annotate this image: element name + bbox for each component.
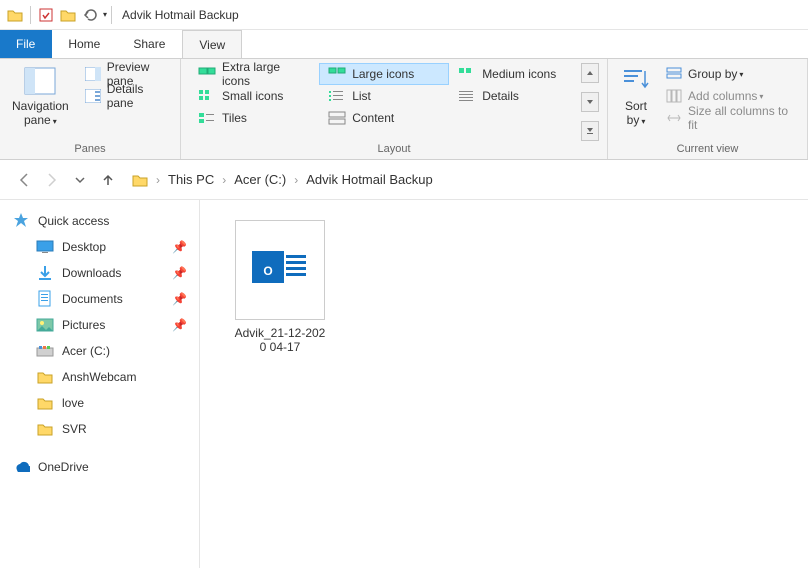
layout-small-icons[interactable]: Small icons: [189, 85, 319, 107]
layout-medium-icons[interactable]: Medium icons: [449, 63, 579, 85]
preview-pane-icon: [85, 66, 101, 82]
tab-home[interactable]: Home: [52, 30, 117, 58]
layout-extra-large-icons[interactable]: Extra large icons: [189, 63, 319, 85]
layout-list[interactable]: List: [319, 85, 449, 107]
file-item[interactable]: O Advik_21-12-2020 04-17: [220, 220, 340, 354]
group-by-button[interactable]: Group by▾: [660, 63, 799, 85]
file-label: Advik_21-12-2020 04-17: [235, 326, 326, 354]
layout-details[interactable]: Details: [449, 85, 579, 107]
layout-scroll-down[interactable]: [581, 92, 599, 112]
chevron-right-icon[interactable]: ›: [154, 173, 162, 187]
breadcrumb-root-icon[interactable]: [130, 171, 150, 189]
small-icons-icon: [198, 89, 216, 103]
sidebar-item-documents[interactable]: Documents 📌: [0, 286, 199, 312]
details-pane-icon: [85, 88, 101, 104]
nav-forward-button[interactable]: [38, 166, 66, 194]
layout-blank: [449, 107, 579, 129]
qat-undo-icon[interactable]: [82, 7, 98, 23]
chevron-right-icon[interactable]: ›: [220, 173, 228, 187]
pin-icon: 📌: [172, 292, 187, 306]
documents-icon: [36, 290, 54, 308]
download-icon: [36, 264, 54, 282]
file-thumbnail: O: [235, 220, 325, 320]
size-all-columns-button[interactable]: Size all columns to fit: [660, 107, 799, 129]
tiles-icon: [198, 111, 216, 125]
qat-properties-icon[interactable]: [38, 7, 54, 23]
navigation-pane-button[interactable]: Navigationpane▾: [8, 63, 73, 141]
layout-expand[interactable]: [581, 121, 599, 141]
pin-icon: 📌: [172, 240, 187, 254]
svg-text:O: O: [263, 264, 272, 278]
pin-icon: 📌: [172, 266, 187, 280]
layout-content[interactable]: Content: [319, 107, 449, 129]
sidebar-onedrive[interactable]: OneDrive: [0, 454, 199, 480]
sidebar-item-love[interactable]: love: [0, 390, 199, 416]
folder-icon: [36, 394, 54, 412]
group-title-current-view: Current view: [616, 141, 799, 157]
group-title-panes: Panes: [8, 141, 172, 157]
sidebar-item-svr[interactable]: SVR: [0, 416, 199, 442]
tab-share[interactable]: Share: [117, 30, 182, 58]
chevron-right-icon[interactable]: ›: [292, 173, 300, 187]
sort-icon: [620, 65, 652, 97]
layout-tiles[interactable]: Tiles: [189, 107, 319, 129]
separator: [111, 6, 112, 24]
tab-file[interactable]: File: [0, 30, 52, 58]
sort-by-button[interactable]: Sortby▾: [616, 63, 656, 141]
add-columns-icon: [666, 88, 682, 104]
folder-icon: [36, 420, 54, 438]
sidebar-item-anshwebcam[interactable]: AnshWebcam: [0, 364, 199, 390]
details-icon: [458, 89, 476, 103]
breadcrumb-this-pc[interactable]: This PC: [162, 172, 220, 187]
qat-newfolder-icon[interactable]: [60, 7, 76, 23]
layout-large-icons[interactable]: Large icons: [319, 63, 449, 85]
large-icons-icon: [328, 67, 346, 81]
separator: [30, 6, 31, 24]
nav-recent-button[interactable]: [66, 166, 94, 194]
pin-icon: 📌: [172, 318, 187, 332]
size-columns-icon: [666, 110, 682, 126]
medium-icons-icon: [458, 67, 476, 81]
extra-large-icons-icon: [198, 67, 216, 81]
layout-scroll-up[interactable]: [581, 63, 599, 83]
sidebar-item-acer[interactable]: Acer (C:): [0, 338, 199, 364]
list-icon: [328, 89, 346, 103]
sidebar-item-desktop[interactable]: Desktop 📌: [0, 234, 199, 260]
desktop-icon: [36, 238, 54, 256]
pictures-icon: [36, 316, 54, 334]
onedrive-icon: [12, 458, 30, 476]
content-icon: [328, 111, 346, 125]
window-title: Advik Hotmail Backup: [122, 8, 239, 22]
qat-dropdown-icon[interactable]: ▾: [103, 10, 107, 19]
sidebar-quick-access[interactable]: Quick access: [0, 208, 199, 234]
group-title-layout: Layout: [189, 141, 599, 157]
drive-icon: [36, 342, 54, 360]
breadcrumb-drive[interactable]: Acer (C:): [228, 172, 292, 187]
sidebar-item-downloads[interactable]: Downloads 📌: [0, 260, 199, 286]
nav-up-button[interactable]: [94, 166, 122, 194]
qat-folder-icon: [7, 7, 23, 23]
sidebar-item-pictures[interactable]: Pictures 📌: [0, 312, 199, 338]
folder-icon: [36, 368, 54, 386]
star-icon: [12, 212, 30, 230]
details-pane-button[interactable]: Details pane: [79, 85, 172, 107]
group-by-icon: [666, 66, 682, 82]
navigation-pane-icon: [24, 65, 56, 97]
nav-back-button[interactable]: [10, 166, 38, 194]
tab-view[interactable]: View: [182, 30, 242, 58]
breadcrumb-folder[interactable]: Advik Hotmail Backup: [300, 172, 438, 187]
